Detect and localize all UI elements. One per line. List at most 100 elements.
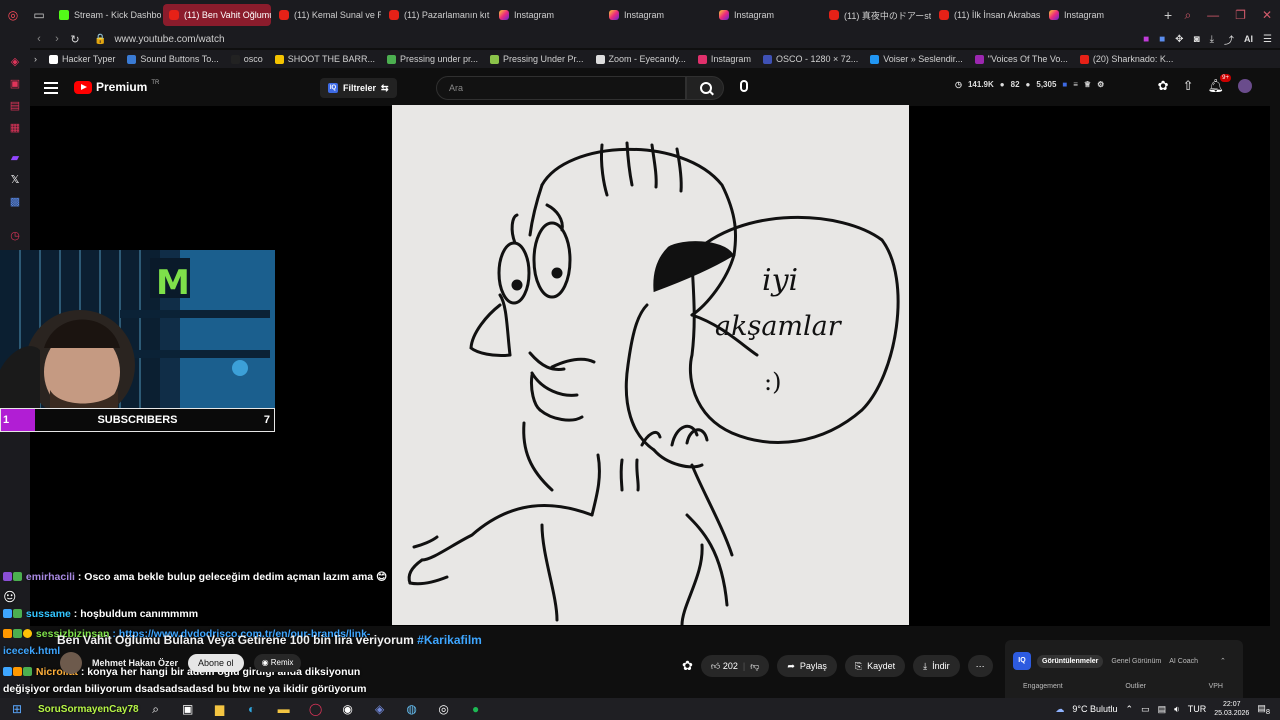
obs-icon[interactable]: ◉ — [337, 698, 359, 720]
camera-icon[interactable]: ◙ — [1194, 34, 1200, 45]
browser-tab[interactable]: (11) Kemal Sunal ve R — [273, 4, 381, 26]
youtube-logo[interactable]: Premium TR — [74, 80, 159, 94]
browser-tab[interactable]: (11) Pazarlamanın kıt — [383, 4, 491, 26]
tab-search-icon[interactable]: ⌕ — [1184, 8, 1191, 23]
sidebar-bookmark-icon[interactable]: ▣ — [9, 78, 21, 90]
save-button[interactable]: ⎘ Kaydet — [844, 655, 906, 677]
browser-tab[interactable]: (11) İlk İnsan Akrabası — [933, 4, 1041, 26]
browser-tab[interactable]: (11) 真夜中のドアーstay — [823, 4, 931, 26]
vidiq-logo[interactable]: IQ — [1013, 652, 1031, 670]
opera-menu-icon[interactable]: ◎ — [0, 0, 26, 30]
browser-tab[interactable]: Stream - Kick Dashbo — [53, 4, 161, 26]
account-avatar[interactable] — [1238, 79, 1252, 93]
browser-tab[interactable]: Instagram — [713, 4, 821, 26]
tab-views[interactable]: Görüntülenmeler — [1037, 654, 1104, 668]
tray-chevron-icon[interactable]: ⌃ — [1126, 704, 1134, 715]
sidebar-messenger-icon[interactable]: ▤ — [9, 100, 21, 112]
start-icon[interactable]: ⊞ — [6, 698, 28, 720]
translate-sidebar-icon[interactable]: ▩ — [9, 196, 21, 208]
back-icon[interactable]: ‹ — [30, 33, 48, 45]
workspaces-icon[interactable]: ▭ — [26, 0, 52, 30]
browser-tab[interactable]: Instagram — [1043, 4, 1151, 26]
language-indicator[interactable]: TUR — [1188, 704, 1207, 714]
voice-search-icon[interactable] — [740, 80, 748, 92]
bookmark-chevron-icon[interactable]: › — [34, 54, 37, 64]
bookmark-item[interactable]: OSCO - 1280 × 72... — [762, 54, 858, 64]
filters-button[interactable]: IQ Filtreler ⇆ — [320, 78, 397, 98]
search-task-icon[interactable]: ⌕ — [145, 698, 167, 720]
forward-icon[interactable]: › — [48, 33, 66, 45]
chat-link[interactable]: icecek.html — [3, 645, 60, 657]
aria-ai-button[interactable]: AI — [1244, 34, 1253, 44]
iq-badge-icon[interactable]: ■ — [1062, 80, 1067, 89]
bookmark-item[interactable]: Sound Buttons To... — [127, 54, 219, 64]
video-hashtag[interactable]: #Karikafilm — [417, 633, 482, 647]
more-actions-button[interactable]: ⋯ — [967, 655, 993, 677]
like-button[interactable]: 👍︎ 202 — [711, 661, 738, 672]
notifications-center-icon[interactable]: ▤8 — [1257, 703, 1270, 716]
address-field[interactable]: 🔒 www.youtube.com/watch — [94, 34, 225, 45]
easy-setup-icon[interactable]: ☰ — [1263, 34, 1272, 45]
bookmark-item[interactable]: Instagram — [697, 54, 751, 64]
bookmark-item[interactable]: Pressing Under Pr... — [490, 54, 584, 64]
app-icon[interactable]: ◎ — [433, 698, 455, 720]
sidebar-recent-icon[interactable]: ◈ — [9, 56, 21, 68]
search-button[interactable] — [686, 76, 724, 100]
bookmark-item[interactable]: (20) Sharknado: K... — [1079, 54, 1173, 64]
bookmark-item[interactable]: Hacker Typer — [49, 54, 115, 64]
spotify-icon[interactable]: ● — [465, 698, 487, 720]
channel-name[interactable]: Mehmet Hakan Özer — [92, 658, 178, 668]
share-icon[interactable]: ⤴ — [1224, 32, 1234, 47]
dislike-button[interactable]: 👎︎ — [750, 661, 759, 672]
studio-gear-icon[interactable]: ✿ — [682, 658, 693, 674]
download-icon[interactable]: ⤓ — [1210, 34, 1214, 45]
download-button[interactable]: ⤓ İndir — [913, 655, 960, 677]
upload-icon[interactable]: ⇧ — [1183, 78, 1194, 94]
edge-icon[interactable]: ◐ — [241, 698, 263, 720]
extension-icon[interactable]: ■ — [1143, 34, 1149, 45]
discord-icon[interactable]: ◈ — [369, 698, 391, 720]
share-button[interactable]: ➦ Paylaş — [777, 655, 837, 677]
browser-tab[interactable]: (11) Ben Vahit Oğlumu Bul — [163, 4, 271, 26]
reload-icon[interactable]: ↻ — [66, 33, 84, 46]
collapse-chevron-icon[interactable]: ⌃ — [1220, 657, 1226, 665]
clock[interactable]: 22:07 25.03.2026 — [1214, 700, 1249, 718]
tab-ai-coach[interactable]: AI Coach — [1169, 658, 1198, 665]
minimize-button[interactable]: — — [1207, 8, 1219, 22]
trophy-icon[interactable]: ♕ — [1084, 80, 1091, 89]
taskview-icon[interactable]: ▣ — [177, 698, 199, 720]
volume-icon[interactable]: 🔉︎ — [1174, 704, 1180, 715]
puzzle-icon[interactable]: ✥ — [1175, 34, 1183, 45]
weather-text[interactable]: 9°C Bulutlu — [1072, 704, 1117, 714]
bookmark-item[interactable]: SHOOT THE BARR... — [274, 54, 375, 64]
network-icon[interactable]: ▤ — [1158, 704, 1167, 715]
opera-icon[interactable]: ◯ — [305, 698, 327, 720]
bookmark-item[interactable]: osco — [230, 54, 263, 64]
remix-button[interactable]: ◉ Remix — [253, 654, 302, 672]
sidebar-wallet-icon[interactable]: ▦ — [9, 122, 21, 134]
translate-icon[interactable]: ■ — [1159, 34, 1165, 45]
browser-tab[interactable]: Instagram — [493, 4, 601, 26]
file-explorer-icon[interactable]: ▆ — [209, 698, 231, 720]
sidebar-history-icon[interactable]: ◷ — [9, 230, 21, 242]
twitch-icon[interactable]: ▰ — [9, 152, 21, 164]
tab-overview[interactable]: Genel Görünüm — [1111, 658, 1161, 665]
maximize-button[interactable]: ❐ — [1235, 8, 1246, 22]
bookmark-item[interactable]: Pressing under pr... — [386, 54, 478, 64]
steam-icon[interactable]: ◍ — [401, 698, 423, 720]
bookmark-item[interactable]: Voiser » Seslendir... — [870, 54, 963, 64]
list-icon[interactable]: ≡ — [1073, 80, 1078, 89]
new-tab-button[interactable]: + — [1164, 7, 1172, 23]
close-window-button[interactable]: ✕ — [1262, 8, 1272, 22]
menu-icon[interactable] — [44, 82, 58, 94]
x-twitter-icon[interactable]: 𝕏 — [9, 174, 21, 186]
bookmark-item[interactable]: Zoom - Eyecandy... — [595, 54, 686, 64]
tray-app-icon[interactable]: ▭ — [1141, 704, 1150, 715]
search-input[interactable]: Ara — [436, 76, 686, 100]
browser-tab[interactable]: Instagram — [603, 4, 711, 26]
notifications-icon[interactable]: 🔔︎ 9+ — [1207, 74, 1231, 94]
folder-icon[interactable]: ▬ — [273, 698, 295, 720]
bookmark-item[interactable]: "Voices Of The Vo... — [974, 54, 1068, 64]
channel-avatar[interactable] — [60, 652, 82, 674]
settings-small-icon[interactable]: ⚙ — [1097, 80, 1104, 89]
